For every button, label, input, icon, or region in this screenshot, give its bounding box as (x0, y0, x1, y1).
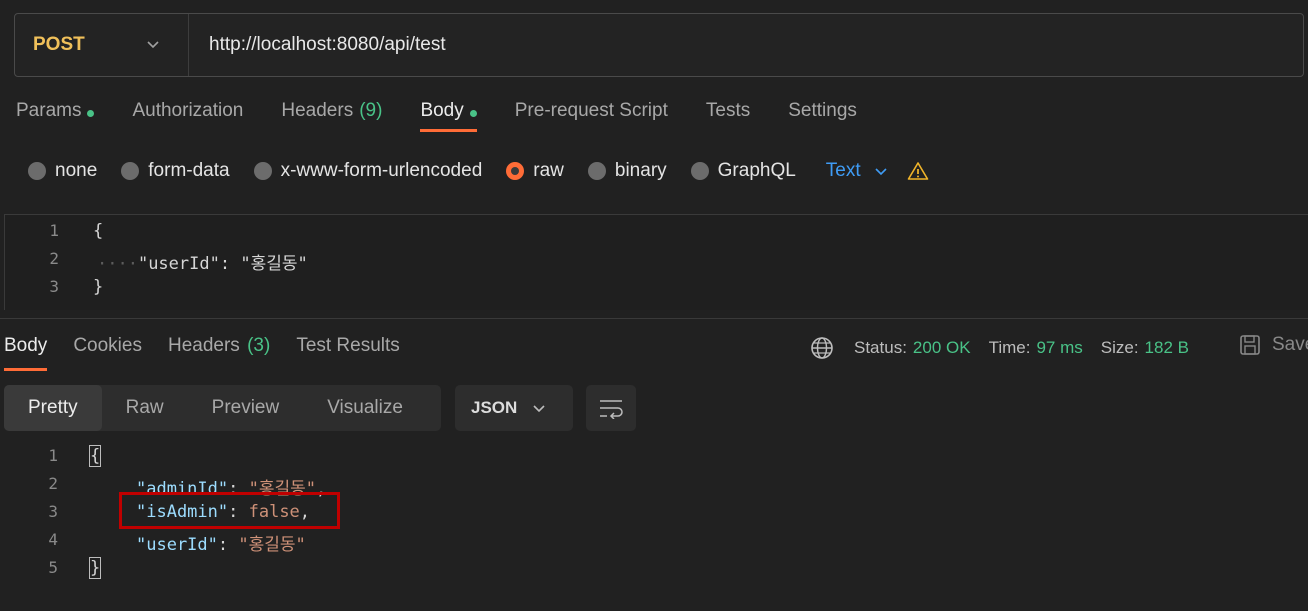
tab-pre-request-script[interactable]: Pre-request Script (515, 100, 668, 132)
tab-body[interactable]: Body (420, 100, 478, 132)
code-line: } (88, 557, 102, 579)
view-visualize-button[interactable]: Visualize (303, 385, 427, 431)
tab-headers[interactable]: Headers (9) (281, 100, 382, 132)
radio-label: GraphQL (717, 160, 796, 181)
line-number: 4 (48, 530, 58, 549)
radio-form-data[interactable]: form-data (121, 160, 230, 182)
url-input[interactable]: http://localhost:8080/api/test (189, 34, 446, 56)
line-number: 3 (49, 277, 59, 296)
tab-response-headers[interactable]: Headers (3) (168, 335, 270, 371)
tab-label: Headers (281, 100, 354, 121)
radio-button[interactable] (690, 162, 709, 180)
time-label: Time: (988, 338, 1031, 357)
headers-count: (9) (359, 100, 383, 121)
save-label: Save (1272, 334, 1308, 355)
response-tabs: Body Cookies Headers (3) Test Results (4, 335, 426, 373)
active-dot (87, 110, 95, 117)
tab-label: Pre-request Script (514, 100, 668, 121)
radio-button[interactable] (253, 162, 272, 180)
line-number: 1 (49, 221, 59, 240)
line-number: 1 (48, 446, 58, 465)
view-mode-group: Pretty Raw Preview Visualize (4, 385, 441, 431)
json-key: "userId" (136, 535, 218, 555)
time-value[interactable]: 97 ms (1036, 338, 1082, 358)
radio-label: x-www-form-urlencoded (280, 160, 483, 181)
line-number: 2 (49, 249, 59, 268)
response-format-select[interactable]: JSON (455, 385, 573, 431)
code-line: { (93, 221, 104, 241)
tab-cookies[interactable]: Cookies (73, 335, 142, 371)
wrap-lines-button[interactable] (586, 385, 636, 431)
tab-label: Tests (705, 100, 751, 121)
status-label: Status: (854, 338, 907, 357)
pane-divider[interactable] (0, 318, 1308, 319)
headers-count: (3) (247, 335, 271, 356)
tab-authorization[interactable]: Authorization (132, 100, 243, 132)
response-meta: Status: 200 OK Time: 97 ms Size: 182 B (810, 335, 1207, 361)
format-label: JSON (471, 398, 518, 417)
json-value: "홍길동" (238, 535, 306, 555)
json-key: "userId" (137, 254, 220, 274)
radio-label: form-data (148, 160, 230, 181)
json-value: "홍길동" (240, 254, 308, 274)
method-select[interactable]: POST (15, 14, 189, 76)
method-label: POST (33, 34, 85, 55)
globe-icon[interactable] (810, 336, 834, 360)
json-separator: : (219, 254, 241, 274)
radio-label: none (55, 160, 98, 181)
request-tabs: Params Authorization Headers (9) Body Pre… (16, 100, 895, 142)
code-line: ····"userId": "홍길동" (97, 249, 308, 274)
save-response-button[interactable]: Save (1238, 333, 1308, 357)
raw-format-select[interactable]: Text (826, 160, 889, 182)
tab-params[interactable]: Params (16, 100, 95, 132)
request-url-bar: POST http://localhost:8080/api/test (14, 13, 1304, 77)
tab-label: Settings (788, 100, 857, 121)
radio-button[interactable] (28, 162, 46, 180)
radio-none[interactable]: none (28, 160, 97, 182)
warning-icon[interactable] (907, 161, 929, 181)
tab-tests[interactable]: Tests (706, 100, 750, 132)
save-icon (1240, 335, 1260, 355)
code-line: "userId": "홍길동" (136, 535, 306, 555)
tab-response-body[interactable]: Body (4, 335, 48, 371)
code-line: } (93, 277, 104, 297)
view-raw-button[interactable]: Raw (102, 385, 188, 431)
line-number: 3 (48, 502, 58, 521)
size-label: Size: (1100, 338, 1139, 357)
indent-guide: ···· (97, 254, 138, 274)
tab-label: Headers (167, 335, 240, 356)
annotation-highlight-box (119, 492, 340, 529)
chevron-down-icon (147, 41, 159, 49)
body-type-selector: none form-data x-www-form-urlencoded raw… (28, 157, 929, 185)
view-preview-button[interactable]: Preview (188, 385, 304, 431)
radio-binary[interactable]: binary (587, 160, 667, 182)
radio-button-selected[interactable] (506, 162, 525, 180)
chevron-down-icon (533, 405, 545, 413)
radio-button[interactable] (121, 162, 140, 180)
tab-label: Authorization (132, 100, 244, 121)
view-pretty-button[interactable]: Pretty (4, 385, 102, 431)
request-body-editor[interactable]: 1 { 2 ····"userId": "홍길동" 3 } (4, 214, 1308, 310)
code-line: { (88, 445, 102, 467)
active-dot (469, 110, 477, 117)
tab-label: Params (16, 100, 82, 121)
radio-graphql[interactable]: GraphQL (690, 160, 796, 182)
tab-settings[interactable]: Settings (788, 100, 857, 132)
wrap-lines-icon (600, 400, 623, 419)
radio-raw[interactable]: raw (506, 160, 564, 182)
radio-label: raw (533, 160, 564, 181)
radio-label: binary (614, 160, 667, 181)
line-number: 2 (48, 474, 58, 493)
tab-test-results[interactable]: Test Results (296, 335, 399, 371)
tab-label: Body (420, 100, 464, 121)
radio-x-www-form-urlencoded[interactable]: x-www-form-urlencoded (253, 160, 483, 182)
chevron-down-icon (875, 168, 887, 176)
radio-button[interactable] (587, 162, 606, 180)
line-number: 5 (48, 558, 58, 577)
status-value[interactable]: 200 OK (913, 338, 971, 358)
size-value[interactable]: 182 B (1145, 338, 1189, 358)
format-label: Text (825, 160, 861, 181)
